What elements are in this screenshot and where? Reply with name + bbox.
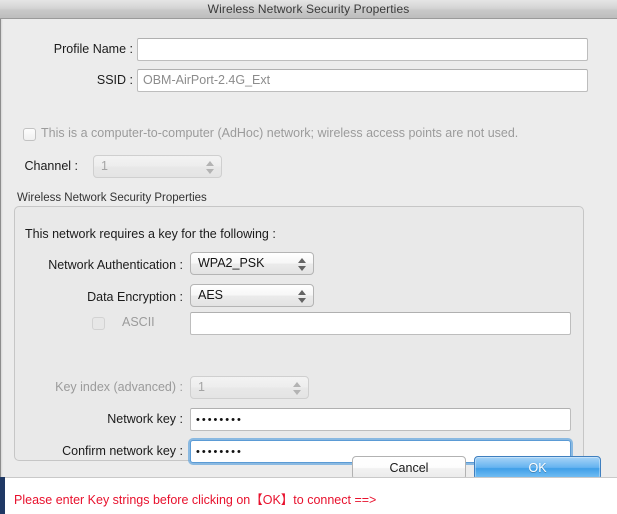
key-index-value: 1 bbox=[198, 380, 205, 394]
security-intro-text: This network requires a key for the foll… bbox=[25, 227, 276, 241]
channel-value: 1 bbox=[101, 159, 108, 173]
data-encryption-select[interactable]: AES bbox=[190, 284, 314, 307]
network-key-label: Network key : bbox=[107, 412, 183, 426]
status-message: Please enter Key strings before clicking… bbox=[14, 493, 377, 507]
data-encryption-label: Data Encryption : bbox=[87, 290, 183, 304]
channel-select[interactable]: 1 bbox=[93, 155, 222, 178]
adhoc-label: This is a computer-to-computer (AdHoc) n… bbox=[41, 126, 519, 140]
profile-name-label: Profile Name : bbox=[53, 42, 133, 56]
stepper-arrows-icon bbox=[298, 288, 306, 305]
wireless-security-properties-window: Wireless Network Security Properties Pro… bbox=[0, 0, 617, 514]
adhoc-checkbox[interactable] bbox=[23, 128, 36, 141]
data-encryption-value: AES bbox=[198, 288, 224, 302]
network-key-input[interactable]: •••••••• bbox=[190, 408, 571, 431]
ssid-value[interactable]: OBM-AirPort-2.4G_Ext bbox=[137, 69, 588, 92]
dialog-content: Profile Name : SSID : OBM-AirPort-2.4G_E… bbox=[3, 19, 617, 480]
network-authentication-label: Network Authentication : bbox=[48, 258, 183, 272]
security-group-title: Wireless Network Security Properties bbox=[17, 192, 207, 204]
stepper-arrows-icon bbox=[206, 159, 214, 176]
title-bar: Wireless Network Security Properties bbox=[0, 0, 617, 19]
status-strip: Please enter Key strings before clicking… bbox=[5, 477, 617, 514]
key-index-label: Key index (advanced) : bbox=[55, 380, 183, 394]
ascii-key-input[interactable] bbox=[190, 312, 571, 335]
stepper-arrows-icon bbox=[293, 380, 301, 397]
confirm-network-key-value: •••••••• bbox=[196, 446, 243, 458]
key-index-select[interactable]: 1 bbox=[190, 376, 309, 399]
confirm-network-key-label: Confirm network key : bbox=[62, 444, 183, 458]
channel-label: Channel : bbox=[24, 159, 78, 173]
window-title: Wireless Network Security Properties bbox=[207, 2, 410, 16]
network-authentication-select[interactable]: WPA2_PSK bbox=[190, 252, 314, 275]
stepper-arrows-icon bbox=[298, 256, 306, 273]
profile-name-input[interactable] bbox=[137, 38, 588, 61]
ascii-checkbox[interactable] bbox=[92, 317, 105, 330]
ssid-label: SSID : bbox=[96, 73, 133, 87]
network-key-value: •••••••• bbox=[196, 414, 243, 426]
ascii-label: ASCII bbox=[122, 315, 155, 329]
network-authentication-value: WPA2_PSK bbox=[198, 256, 265, 270]
